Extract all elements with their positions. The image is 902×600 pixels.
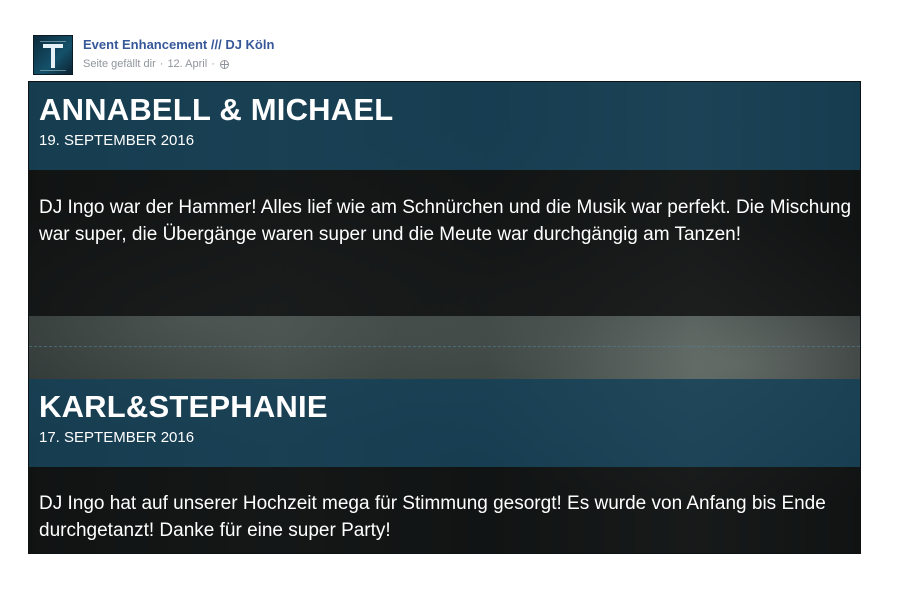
post-date-link[interactable]: 12. April — [167, 57, 207, 71]
post-subline: Seite gefällt dir · 12. April · — [83, 57, 274, 71]
review-header-2: KARL&STEPHANIE 17. SEPTEMBER 2016 — [29, 379, 860, 467]
post-meta: Event Enhancement /// DJ Köln Seite gefä… — [83, 37, 274, 71]
logo-t-stem — [51, 48, 55, 68]
page-name-link[interactable]: Event Enhancement /// DJ Köln — [83, 37, 274, 53]
post-image[interactable]: ANNABELL & MICHAEL 19. SEPTEMBER 2016 DJ… — [28, 81, 861, 554]
review-body-2: DJ Ingo hat auf unserer Hochzeit mega fü… — [29, 467, 860, 553]
page-avatar[interactable] — [33, 35, 73, 75]
logo-decor-line — [40, 70, 66, 71]
globe-icon[interactable] — [219, 59, 229, 69]
divider — [29, 346, 860, 348]
review-name: ANNABELL & MICHAEL — [39, 92, 394, 127]
separator: · — [159, 58, 164, 70]
review-date: 19. SEPTEMBER 2016 — [39, 132, 195, 149]
review-text: DJ Ingo war der Hammer! Alles lief wie a… — [39, 197, 852, 245]
review-name: KARL&STEPHANIE — [39, 389, 328, 424]
review-header-1: ANNABELL & MICHAEL 19. SEPTEMBER 2016 — [29, 82, 860, 170]
post-header: Event Enhancement /// DJ Köln Seite gefä… — [33, 35, 274, 75]
liked-status[interactable]: Seite gefällt dir — [83, 57, 156, 71]
review-text: DJ Ingo hat auf unserer Hochzeit mega fü… — [39, 493, 826, 541]
review-date: 17. SEPTEMBER 2016 — [39, 429, 195, 446]
separator: · — [211, 58, 215, 70]
logo-decor-line — [40, 41, 66, 42]
review-body-1: DJ Ingo war der Hammer! Alles lief wie a… — [29, 170, 860, 316]
